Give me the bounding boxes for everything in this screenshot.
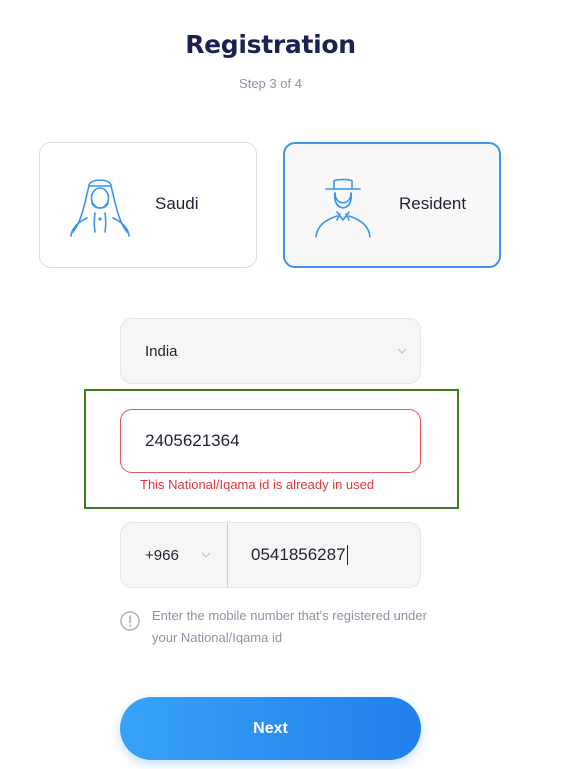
info-icon [120,611,140,631]
nationality-select[interactable]: India [120,318,421,384]
nationality-value: India [145,342,178,360]
resident-person-icon [315,178,371,238]
card-label-resident: Resident [399,194,467,213]
mobile-hint: Enter the mobile number that's registere… [152,608,427,645]
highlight-box [84,389,459,509]
page-title: Registration [185,30,356,59]
mobile-field: +966 0541856287 [120,522,421,588]
country-code-value: +966 [145,546,179,564]
card-label-saudi: Saudi [155,194,199,213]
chevron-down-icon [397,348,407,354]
user-type-card-saudi[interactable]: Saudi [39,142,257,268]
saudi-person-icon [70,179,130,237]
user-type-card-resident[interactable]: Resident [283,142,501,268]
step-indicator: Step 3 of 4 [239,76,302,91]
mobile-number-value: 0541856287 [251,545,348,565]
chevron-down-icon [201,552,211,558]
next-button[interactable]: Next [120,697,421,760]
country-code-select[interactable]: +966 [121,523,227,587]
text-cursor [346,545,348,565]
mobile-number-input[interactable]: 0541856287 [228,523,420,587]
